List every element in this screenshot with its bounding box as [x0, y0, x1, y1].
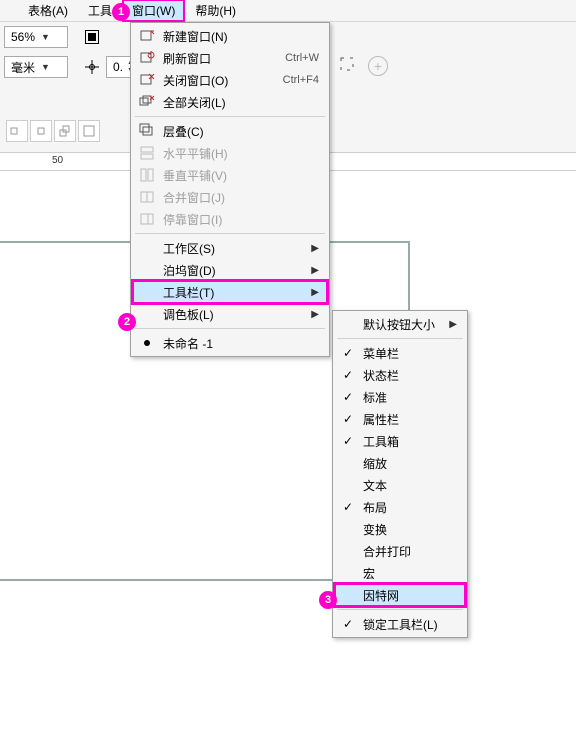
- mi-zoom[interactable]: 缩放: [335, 452, 465, 474]
- mi-default-btn-size[interactable]: 默认按钮大小 ▶: [335, 313, 465, 335]
- mi-merge-print[interactable]: 合并打印: [335, 540, 465, 562]
- callout-1: 1: [112, 3, 130, 21]
- mi-refresh-window[interactable]: 刷新窗口 Ctrl+W: [133, 47, 327, 69]
- fullscreen-icon[interactable]: [82, 27, 102, 47]
- align-btn-4[interactable]: [78, 120, 100, 142]
- mi-close-all[interactable]: 全部关闭(L): [133, 91, 327, 113]
- mi-dock-window: 停靠窗口(I): [133, 208, 327, 230]
- separator: [337, 338, 463, 339]
- mi-propbar[interactable]: 属性栏: [335, 408, 465, 430]
- bullet-icon: [137, 334, 157, 352]
- unit-value: 毫米: [11, 59, 35, 76]
- mi-tile-vertical: 垂直平铺(V): [133, 164, 327, 186]
- separator: [337, 609, 463, 610]
- mi-merge-window: 合并窗口(J): [133, 186, 327, 208]
- submenu-arrow-icon: ▶: [309, 243, 319, 254]
- cropmarks-icon[interactable]: [338, 55, 356, 76]
- mi-statusbar[interactable]: 状态栏: [335, 364, 465, 386]
- chevron-down-icon: ▼: [41, 32, 50, 42]
- separator: [135, 116, 325, 117]
- submenu-arrow-icon: ▶: [309, 309, 319, 320]
- dock-window-icon: [137, 210, 157, 228]
- close-all-icon: [137, 93, 157, 111]
- mi-menubar[interactable]: 菜单栏: [335, 342, 465, 364]
- mi-standard[interactable]: 标准: [335, 386, 465, 408]
- check-icon: [339, 366, 357, 384]
- menu-tables[interactable]: 表格(A): [18, 0, 78, 22]
- check-icon: [339, 615, 357, 633]
- toolbar-extra: +: [338, 55, 388, 76]
- refresh-window-icon: [137, 49, 157, 67]
- check-icon: [339, 432, 357, 450]
- mi-toolbars[interactable]: 工具栏(T) ▶: [133, 281, 327, 303]
- mi-cascade[interactable]: 层叠(C): [133, 120, 327, 142]
- mi-macro[interactable]: 宏: [335, 562, 465, 584]
- origin-icon[interactable]: [82, 57, 102, 77]
- check-icon: [339, 344, 357, 362]
- menu-help[interactable]: 帮助(H): [185, 0, 246, 22]
- merge-window-icon: [137, 188, 157, 206]
- align-btn-2[interactable]: [30, 120, 52, 142]
- mi-workspace[interactable]: 工作区(S) ▶: [133, 237, 327, 259]
- zoom-combo[interactable]: 56% ▼: [4, 26, 68, 48]
- new-window-icon: [137, 27, 157, 45]
- align-buttons: [4, 120, 100, 142]
- mi-doc-untitled[interactable]: 未命名 -1: [133, 332, 327, 354]
- cascade-icon: [137, 122, 157, 140]
- submenu-arrow-icon: ▶: [309, 287, 319, 298]
- unit-combo[interactable]: 毫米 ▼: [4, 56, 68, 78]
- mi-tile-horizontal: 水平平铺(H): [133, 142, 327, 164]
- callout-2: 2: [118, 313, 136, 331]
- menu-window[interactable]: 窗口(W): [122, 0, 185, 22]
- mi-dockers[interactable]: 泊坞窗(D) ▶: [133, 259, 327, 281]
- mi-text[interactable]: 文本: [335, 474, 465, 496]
- mi-layout[interactable]: 布局: [335, 496, 465, 518]
- tile-h-icon: [137, 144, 157, 162]
- check-icon: [339, 498, 357, 516]
- chevron-down-icon: ▼: [41, 62, 50, 72]
- add-button[interactable]: +: [368, 56, 388, 76]
- toolbars-submenu: 默认按钮大小 ▶ 菜单栏 状态栏 标准 属性栏 工具箱 缩放 文本 布局 变换 …: [332, 310, 468, 638]
- separator: [135, 233, 325, 234]
- menubar: 表格(A) 工具 窗口(W) 帮助(H): [0, 0, 576, 22]
- callout-3: 3: [319, 591, 337, 609]
- mi-new-window[interactable]: 新建窗口(N): [133, 25, 327, 47]
- check-icon: [339, 388, 357, 406]
- zoom-value: 56%: [11, 30, 35, 44]
- mi-palette[interactable]: 调色板(L) ▶: [133, 303, 327, 325]
- ruler-tick: 50: [52, 155, 63, 166]
- mi-internet[interactable]: 因特网: [335, 584, 465, 606]
- tile-v-icon: [137, 166, 157, 184]
- mi-close-window[interactable]: 关闭窗口(O) Ctrl+F4: [133, 69, 327, 91]
- mi-lock-toolbars[interactable]: 锁定工具栏(L): [335, 613, 465, 635]
- align-btn-1[interactable]: [6, 120, 28, 142]
- separator: [135, 328, 325, 329]
- align-btn-3[interactable]: [54, 120, 76, 142]
- close-window-icon: [137, 71, 157, 89]
- submenu-arrow-icon: ▶: [447, 319, 457, 330]
- check-icon: [339, 410, 357, 428]
- mi-toolbox[interactable]: 工具箱: [335, 430, 465, 452]
- submenu-arrow-icon: ▶: [309, 265, 319, 276]
- mi-transform[interactable]: 变换: [335, 518, 465, 540]
- window-menu: 新建窗口(N) 刷新窗口 Ctrl+W 关闭窗口(O) Ctrl+F4 全部关闭…: [130, 22, 330, 357]
